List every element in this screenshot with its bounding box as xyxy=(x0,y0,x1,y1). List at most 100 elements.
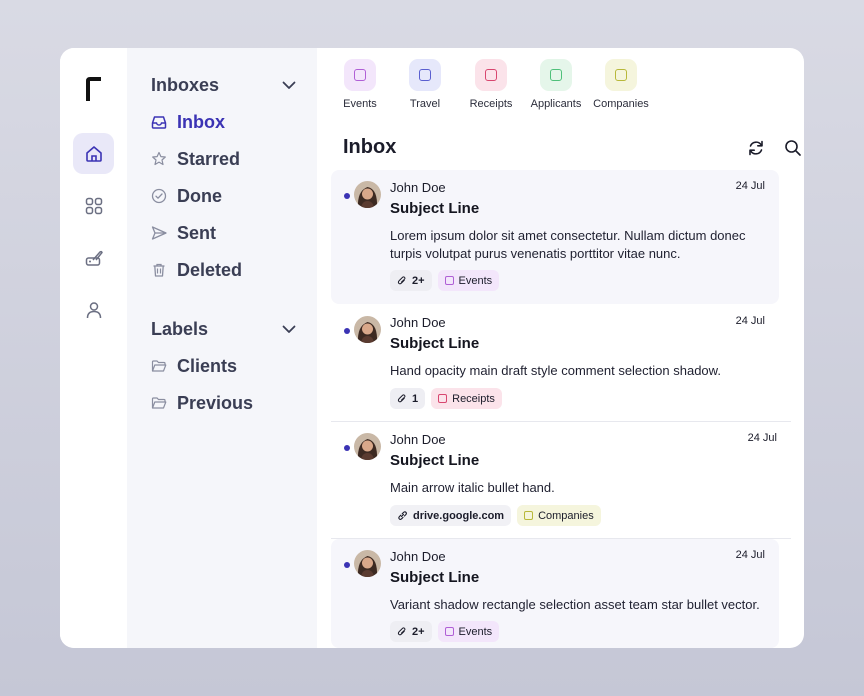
label-square-icon xyxy=(438,394,448,403)
attachment-chip[interactable]: 2+ xyxy=(390,621,432,642)
avatar xyxy=(354,316,381,343)
sidebar-item-label: Previous xyxy=(177,392,254,413)
attachment-count: 2+ xyxy=(412,625,425,638)
sidebar-item-inbox[interactable]: Inbox xyxy=(151,109,301,135)
email-date: 24 Jul xyxy=(735,315,765,327)
label-chip-receipts[interactable]: Receipts xyxy=(431,388,502,409)
logo-icon xyxy=(86,77,101,101)
label-chip-text: Companies xyxy=(538,509,594,522)
sidebar: Inboxes Inbox Starred Done Sent Deleted … xyxy=(127,48,317,648)
email-subject: Subject Line xyxy=(390,569,480,586)
chevron-down-icon[interactable] xyxy=(281,77,297,93)
label-square-icon xyxy=(524,511,534,520)
home-icon xyxy=(85,145,102,162)
paperclip-icon xyxy=(397,393,406,402)
label-chip-text: Receipts xyxy=(452,392,495,405)
paperclip-icon xyxy=(397,275,406,284)
inboxes-title: Inboxes xyxy=(151,74,220,95)
email-item[interactable]: John Doe 24 Jul Subject Line Main arrow … xyxy=(331,422,791,538)
category-receipts-icon xyxy=(475,59,507,91)
grid-icon xyxy=(85,197,102,214)
email-chips: 1 Receipts xyxy=(390,388,502,409)
attachment-count: 2+ xyxy=(412,274,425,287)
sidebar-item-done[interactable]: Done xyxy=(151,183,301,209)
rail-design-button[interactable] xyxy=(73,237,114,278)
app-window: Inboxes Inbox Starred Done Sent Deleted … xyxy=(60,48,804,648)
category-label: Applicants xyxy=(530,98,582,110)
refresh-button[interactable] xyxy=(745,137,767,159)
email-sender: John Doe xyxy=(390,432,446,447)
link-text: drive.google.com xyxy=(413,509,505,522)
rail-apps-button[interactable] xyxy=(73,185,114,226)
user-icon xyxy=(86,301,101,318)
label-chip-events[interactable]: Events xyxy=(437,270,500,291)
email-chips: drive.google.com Companies xyxy=(390,505,601,526)
link-icon xyxy=(398,511,407,520)
attachment-chip[interactable]: 1 xyxy=(390,388,426,409)
sidebar-item-label: Done xyxy=(177,185,222,206)
category-travel-icon xyxy=(409,59,441,91)
category-label: Companies xyxy=(593,98,649,110)
email-body: Lorem ipsum dolor sit amet consectetur. … xyxy=(390,228,746,261)
label-chip-companies[interactable]: Companies xyxy=(517,505,601,526)
category-applicants-icon xyxy=(540,59,572,91)
email-item[interactable]: John Doe 24 Jul Subject Line Variant sha… xyxy=(331,539,779,648)
email-item[interactable]: John Doe 24 Jul Subject Line Hand opacit… xyxy=(331,305,779,420)
email-subject: Subject Line xyxy=(390,452,480,469)
icon-rail xyxy=(60,48,127,648)
sidebar-label-clients[interactable]: Clients xyxy=(151,353,301,379)
inbox-icon xyxy=(151,116,167,129)
category-label: Events xyxy=(343,98,377,110)
email-date: 24 Jul xyxy=(735,549,765,561)
category-companies[interactable]: Companies xyxy=(581,59,661,115)
unread-dot xyxy=(344,193,350,199)
folder-icon xyxy=(151,397,167,409)
sidebar-item-sent[interactable]: Sent xyxy=(151,220,301,246)
sidebar-item-label: Inbox xyxy=(177,111,225,132)
chevron-down-icon[interactable] xyxy=(281,321,297,337)
brush-icon xyxy=(85,250,103,266)
attachment-chip[interactable]: 2+ xyxy=(390,270,432,291)
unread-dot xyxy=(344,445,350,451)
email-body: Main arrow italic bullet hand. xyxy=(390,480,555,495)
sidebar-item-label: Deleted xyxy=(177,259,243,280)
label-square-icon xyxy=(444,276,454,285)
rail-home-button[interactable] xyxy=(73,133,114,174)
label-square-icon xyxy=(444,627,454,636)
label-chip-events[interactable]: Events xyxy=(437,621,500,642)
trash-icon xyxy=(153,263,165,277)
category-label: Receipts xyxy=(469,98,513,110)
page-title: Inbox xyxy=(343,136,397,158)
label-chip-text: Events xyxy=(458,274,493,287)
sidebar-item-label: Sent xyxy=(177,222,217,243)
email-subject: Subject Line xyxy=(390,200,480,217)
sidebar-label-previous[interactable]: Previous xyxy=(151,390,301,416)
category-label: Travel xyxy=(409,98,441,110)
refresh-icon xyxy=(749,140,763,156)
rail-profile-button[interactable] xyxy=(73,289,114,330)
email-chips: 2+ Events xyxy=(390,270,500,291)
email-subject: Subject Line xyxy=(390,335,480,352)
sidebar-item-label: Starred xyxy=(177,148,241,169)
email-body: Variant shadow rectangle selection asset… xyxy=(390,597,760,612)
unread-dot xyxy=(344,562,350,568)
category-companies-icon xyxy=(605,59,637,91)
label-chip-text: Events xyxy=(458,625,493,638)
email-item[interactable]: John Doe 24 Jul Subject Line Lorem ipsum… xyxy=(331,170,779,304)
paperclip-icon xyxy=(397,626,406,635)
email-sender: John Doe xyxy=(390,549,446,564)
inboxes-section-header[interactable]: Inboxes xyxy=(151,73,297,97)
email-date: 24 Jul xyxy=(747,432,777,444)
search-icon xyxy=(785,140,801,156)
avatar xyxy=(354,433,381,460)
search-button[interactable] xyxy=(782,137,804,159)
labels-section-header[interactable]: Labels xyxy=(151,317,297,341)
email-date: 24 Jul xyxy=(735,180,765,192)
sidebar-item-starred[interactable]: Starred xyxy=(151,146,301,172)
link-chip[interactable]: drive.google.com xyxy=(390,505,512,526)
sidebar-item-deleted[interactable]: Deleted xyxy=(151,257,301,283)
email-sender: John Doe xyxy=(390,180,446,195)
sidebar-item-label: Clients xyxy=(177,355,238,376)
star-icon xyxy=(152,151,166,166)
unread-dot xyxy=(344,328,350,334)
